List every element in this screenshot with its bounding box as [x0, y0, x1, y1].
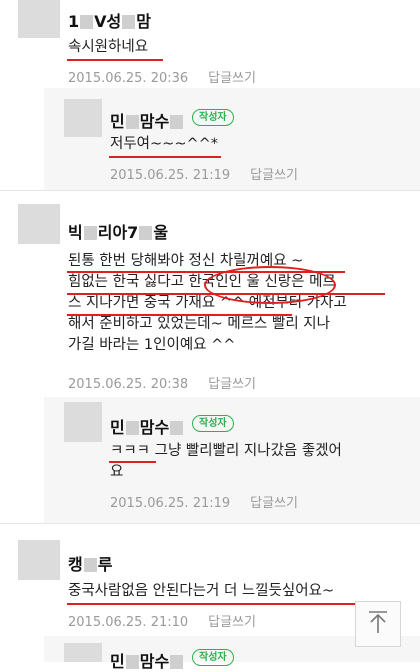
divider	[0, 523, 420, 524]
reply-link[interactable]: 답글쓰기	[208, 377, 256, 392]
author-name-mid: V성	[94, 12, 122, 31]
annotation-circle	[204, 266, 336, 304]
redacted-block	[125, 655, 139, 669]
author-badge: 작성자	[192, 649, 234, 666]
comment-author[interactable]: 1 V성 맘	[68, 8, 151, 32]
redacted-block	[139, 226, 153, 240]
author-name-mid: 맘수	[139, 112, 170, 131]
redacted-block	[170, 655, 184, 669]
comment-author[interactable]: 빅 리아7 울	[68, 219, 168, 243]
comment-line: 해서 준비하고 있었는데~ 메르스 빨리 지나	[68, 316, 330, 332]
reply-link[interactable]: 답글쓰기	[250, 168, 298, 183]
avatar[interactable]	[64, 643, 102, 662]
redacted-block	[125, 421, 139, 435]
reply-link[interactable]: 답글쓰기	[250, 496, 298, 511]
annotation-underline	[109, 461, 156, 463]
author-name-start: 민	[110, 418, 125, 437]
comment-meta: 2015.06.25. 21:19 답글쓰기	[110, 492, 298, 511]
avatar[interactable]	[64, 99, 102, 137]
avatar[interactable]	[64, 402, 102, 442]
comment-author[interactable]: 민 맘수	[110, 108, 184, 132]
avatar[interactable]	[18, 204, 60, 244]
comment-line: 요	[110, 464, 124, 480]
redacted-block	[125, 115, 139, 129]
author-name-start: 1	[68, 12, 80, 31]
comment-meta: 2015.06.25. 20:38 답글쓰기	[68, 373, 256, 392]
comment-line: 가길 바라는 1인이예요 ^^	[68, 337, 236, 353]
avatar[interactable]	[18, 0, 60, 38]
comment-date: 2015.06.25. 20:38	[68, 377, 189, 392]
redacted-block	[83, 226, 97, 240]
redacted-block	[83, 558, 97, 572]
comment-meta: 2015.06.25. 21:10 답글쓰기	[68, 611, 256, 630]
redacted-block	[122, 15, 136, 29]
reply-link[interactable]: 답글쓰기	[208, 615, 256, 630]
author-name-mid: 맘수	[139, 418, 170, 437]
annotation-underline	[67, 314, 292, 316]
comment-text: 저두여~~~^^*	[110, 134, 218, 155]
comment-date: 2015.06.25. 20:36	[68, 71, 189, 86]
author-badge: 작성자	[192, 109, 234, 126]
comment-meta: 2015.06.25. 21:19 답글쓰기	[110, 164, 298, 183]
author-name-mid: 리아7	[97, 223, 139, 242]
annotation-underline	[67, 603, 388, 605]
comment-author[interactable]: 민 맘수	[110, 414, 184, 438]
comment-date: 2015.06.25. 21:10	[68, 615, 189, 630]
divider	[0, 190, 420, 191]
comment-meta: 2015.06.25. 20:36 답글쓰기	[68, 67, 256, 86]
author-name-start: 빅	[68, 223, 83, 242]
comment-text: 중국사람없음 안된다는거 더 느낄듯싶어요~	[68, 581, 334, 602]
annotation-underline	[109, 156, 221, 158]
author-name-end: 울	[153, 223, 169, 242]
comment-author[interactable]: 캥루	[68, 551, 112, 575]
redacted-block	[80, 15, 94, 29]
author-name-end: 루	[97, 555, 113, 574]
annotation-underline	[67, 59, 163, 61]
author-name-start: 캥	[68, 555, 83, 574]
redacted-block	[170, 115, 184, 129]
redacted-block	[170, 421, 184, 435]
avatar[interactable]	[18, 540, 60, 580]
scroll-top-button[interactable]	[355, 601, 401, 647]
arrow-up-icon	[367, 610, 389, 638]
comment-line: 저두여~~~^^*	[110, 136, 219, 152]
author-name-start: 민	[110, 112, 125, 131]
comment-date: 2015.06.25. 21:19	[110, 168, 231, 183]
author-badge: 작성자	[192, 415, 234, 432]
author-name-end: 맘	[136, 12, 151, 31]
comment-text: 속시원하네요	[68, 37, 148, 58]
comment-text: 된통 한번 당해봐야 정신 차릴꺼예요 ~ 힘없는 한국 싫다고 한국인인 울 …	[68, 251, 347, 356]
comment-date: 2015.06.25. 21:19	[110, 496, 231, 511]
comment-line: 중국사람없음 안된다는거 더 느낄듯싶어요~	[68, 583, 335, 599]
comment-author[interactable]: 민 맘수	[110, 648, 184, 672]
comment-line: 속시원하네요	[68, 39, 149, 55]
reply-link[interactable]: 답글쓰기	[208, 71, 256, 86]
comment-line: ㅋㅋㅋ 그냥 빨리빨리 지나갔음 좋겠어	[110, 443, 342, 459]
